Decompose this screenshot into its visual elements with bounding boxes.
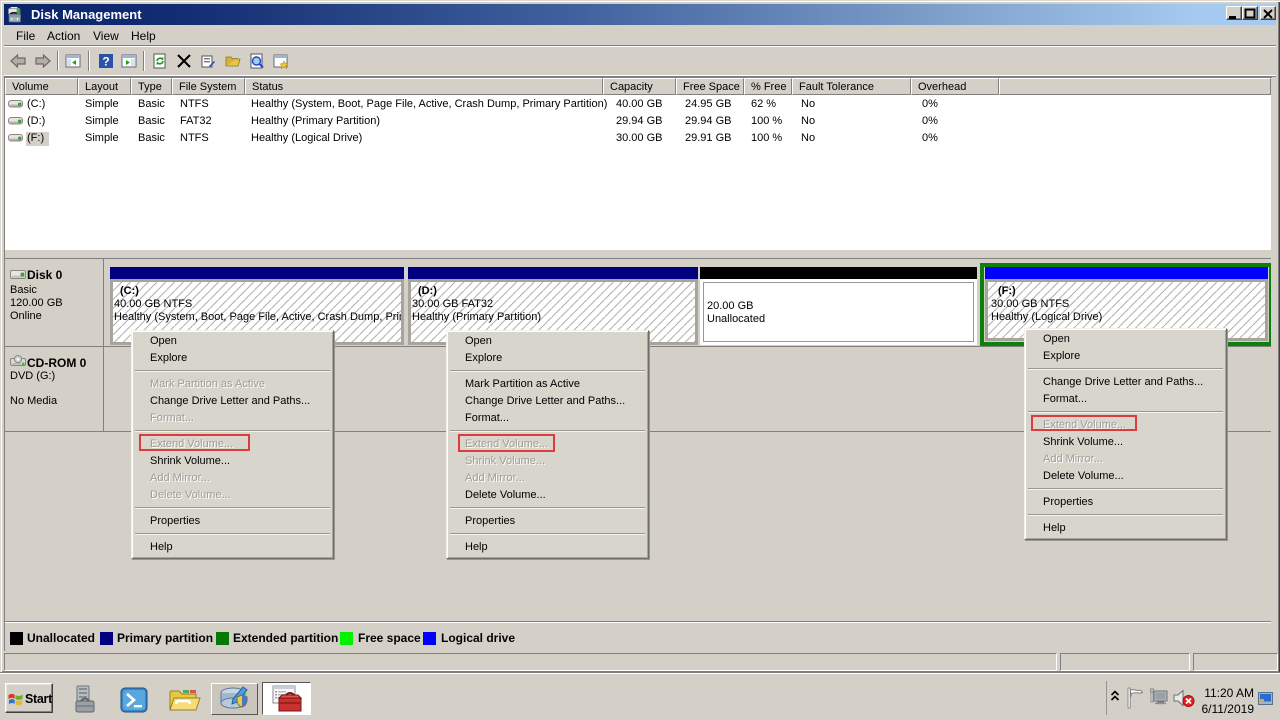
svg-text:?: ? — [102, 55, 109, 69]
